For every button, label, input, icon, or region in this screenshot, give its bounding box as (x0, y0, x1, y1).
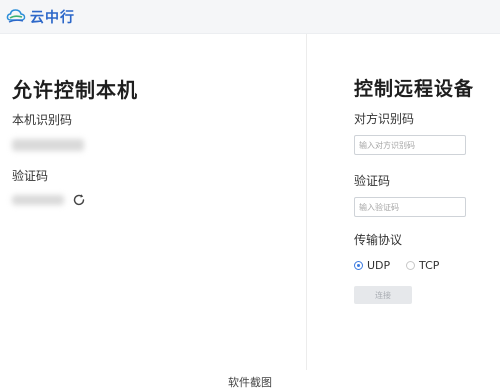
local-code-label: 验证码 (12, 169, 49, 183)
local-id-label: 本机识别码 (12, 113, 73, 127)
protocol-label: 传输协议 (354, 233, 403, 247)
app-header: 云中行 (0, 0, 500, 34)
remote-panel-title: 控制远程设备 (354, 78, 475, 100)
local-code-value-redacted (12, 195, 64, 205)
peer-id-input[interactable] (354, 135, 466, 155)
cloud-logo-icon (6, 9, 26, 23)
local-panel-title: 允许控制本机 (12, 78, 138, 102)
peer-id-label: 对方识别码 (354, 112, 415, 126)
connect-button[interactable]: 连接 (354, 286, 412, 304)
local-id-value-redacted (12, 139, 84, 151)
radio-udp-label: UDP (367, 259, 391, 272)
refresh-icon[interactable] (72, 193, 86, 207)
remote-code-input[interactable] (354, 197, 466, 217)
remote-code-label: 验证码 (354, 174, 391, 188)
radio-tcp-indicator (406, 261, 415, 270)
panel-divider (306, 34, 307, 370)
radio-udp-indicator (354, 261, 363, 270)
radio-tcp-label: TCP (419, 259, 440, 272)
app-name: 云中行 (30, 10, 75, 26)
screenshot-caption: 软件截图 (228, 376, 272, 389)
